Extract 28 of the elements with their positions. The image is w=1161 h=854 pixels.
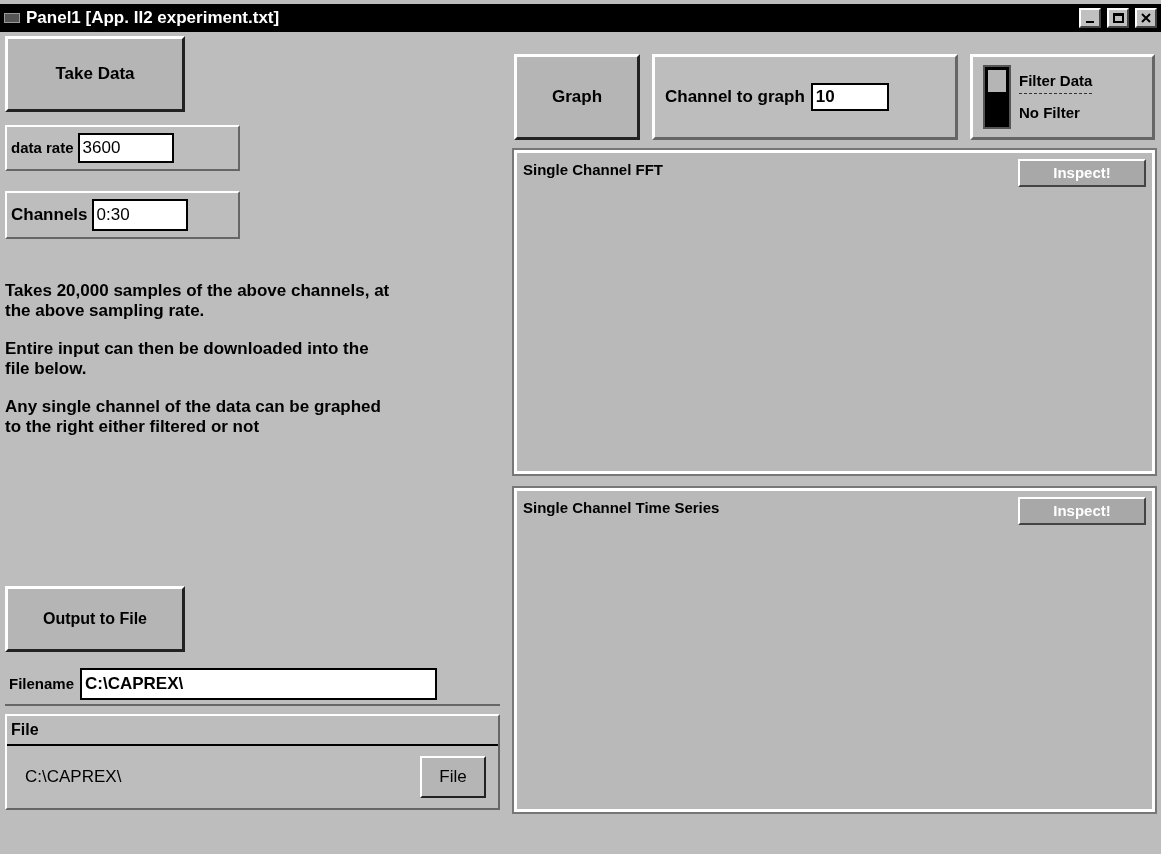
channels-field[interactable]: 0:30 — [91, 199, 188, 231]
data-rate-field[interactable]: 3600 — [77, 133, 174, 163]
close-button[interactable] — [1135, 8, 1157, 28]
file-group-title: File — [7, 716, 498, 746]
description-text: Takes 20,000 samples of the above channels, at the above sampling rate. — [5, 281, 391, 321]
output-to-file-button[interactable]: Output to File — [5, 586, 185, 652]
filter-state: No Filter — [1019, 102, 1081, 123]
take-data-button[interactable]: Take Data — [5, 36, 185, 112]
app-icon — [4, 13, 20, 23]
panel-title: Single Channel Time Series — [523, 498, 720, 518]
file-path: C:\CAPREX\ — [25, 766, 122, 789]
description-text: Any single channel of the data can be graphed to the right either filtered or not — [5, 397, 382, 437]
filename-field[interactable]: C:\CAPREX\ — [80, 668, 438, 700]
file-button[interactable]: File — [420, 756, 486, 798]
channels-label: Channels — [11, 204, 88, 227]
minimize-button[interactable] — [1079, 8, 1101, 28]
panel-title: Single Channel FFT — [523, 160, 663, 180]
filename-label: Filename — [8, 673, 75, 694]
maximize-button[interactable] — [1107, 8, 1129, 28]
window-title: Panel1 [App. II2 experiment.txt] — [26, 7, 280, 30]
close-icon — [1141, 13, 1151, 23]
description-text: Entire input can then be downloaded into the file below. — [5, 339, 370, 379]
filter-label: Filter Data — [1019, 70, 1093, 94]
channel-to-graph-label: Channel to graph — [665, 86, 805, 109]
toggle-switch[interactable] — [983, 65, 1011, 129]
graph-button[interactable]: Graph — [514, 54, 640, 140]
data-rate-label: data rate — [11, 137, 74, 158]
channel-to-graph-field[interactable]: 10 — [810, 83, 889, 111]
